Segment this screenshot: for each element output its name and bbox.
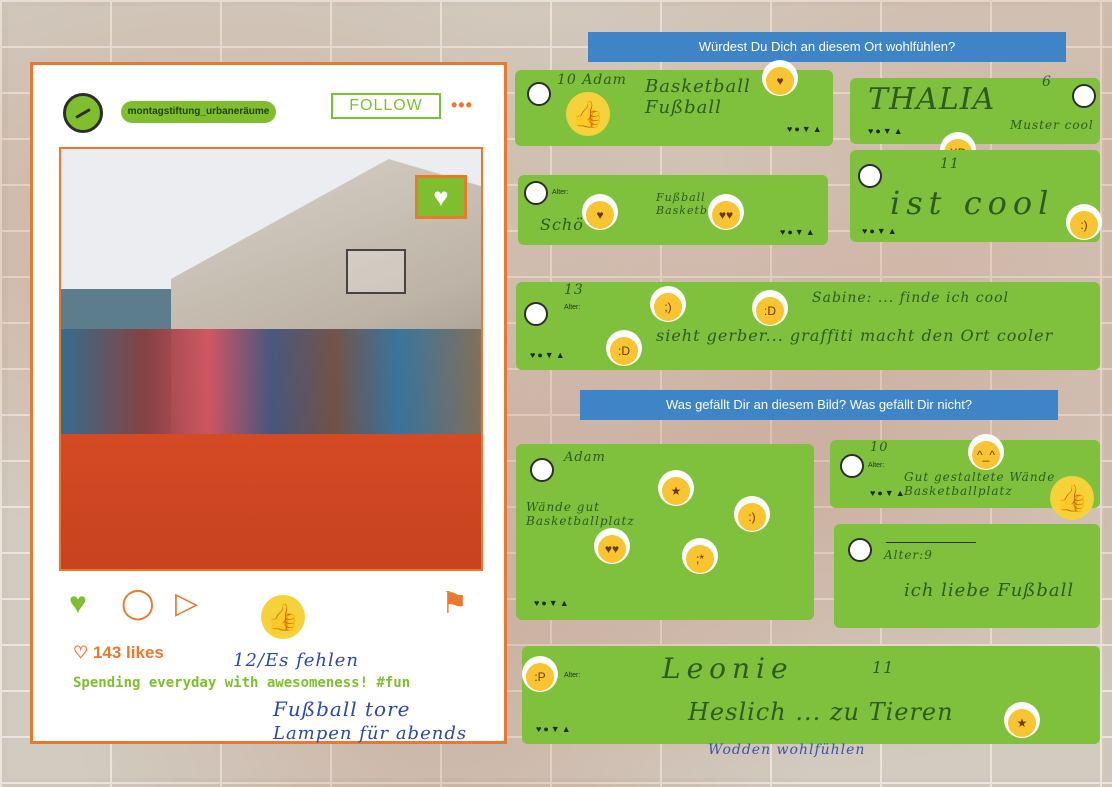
comment-age: 11	[872, 658, 895, 677]
comment-text: Sabine: ... finde ich cool	[812, 290, 1009, 306]
comment-reaction-icons: ♥●▼▲	[780, 227, 817, 237]
comment-note: Heslich ... zu Tieren	[688, 698, 954, 726]
comment-card: Adam Wände gut Basketballplatz ♥●▼▲	[516, 444, 814, 620]
photo-red-court	[61, 434, 481, 569]
comment-avatar	[530, 458, 554, 482]
handwritten-note: 12/Es fehlen	[233, 650, 359, 671]
comment-reaction-icons: ♥●▼▲	[868, 126, 905, 136]
comment-text: Wände gut Basketballplatz	[526, 500, 635, 528]
comment-avatar	[840, 454, 864, 478]
comment-reaction-icons: ♥●▼▲	[862, 226, 899, 236]
instagram-post-card: montagstiftung_urbaneräume FOLLOW ••• ♥ …	[30, 62, 507, 744]
halo-face-sticker-icon: ^_^	[968, 434, 1004, 470]
comment-card: 11 ist cool ♥●▼▲	[850, 150, 1100, 242]
comment-reaction-icons: ♥●▼▲	[534, 598, 571, 608]
like-heart-icon[interactable]: ♥	[69, 587, 87, 621]
heart-eyes-sticker-icon: ♥♥	[708, 194, 744, 230]
comment-reaction-icons: ♥●▼▲	[787, 124, 824, 134]
comment-note: Muster cool	[1010, 118, 1094, 132]
comment-avatar	[858, 164, 882, 188]
comment-avatar	[524, 302, 548, 326]
comment-note: sieht gerber... graffiti macht den Ort c…	[656, 326, 1054, 345]
likes-count: ♡ 143 likes	[73, 643, 164, 662]
heart-eyes-sticker-icon: ♥♥	[594, 528, 630, 564]
comment-age: 6	[1042, 74, 1052, 90]
more-options-icon[interactable]: •••	[451, 95, 473, 116]
comment-reaction-icons: ♥●▼▲	[530, 350, 567, 360]
comment-reaction-icons: ♥●▼▲	[870, 488, 907, 498]
hearts-face-sticker-icon: ♥	[762, 60, 798, 96]
age-label: Alter:	[552, 189, 569, 196]
winking-face-sticker-icon: ;)	[650, 286, 686, 322]
comment-avatar	[527, 82, 551, 106]
share-icon[interactable]: ▷	[175, 587, 198, 621]
comment-text: ist cool	[890, 184, 1055, 222]
photo-graffiti	[61, 329, 481, 449]
grinning-face-sticker-icon: :D	[752, 290, 788, 326]
grinning-face-sticker-icon: :D	[606, 330, 642, 366]
age-line	[886, 542, 976, 543]
comment-text: ich liebe Fußball	[904, 580, 1075, 601]
comment-text: THALIA	[868, 82, 996, 117]
comment-icon[interactable]: ◯	[121, 587, 155, 621]
comment-avatar	[524, 181, 548, 205]
comment-age: Adam	[564, 450, 606, 465]
hearts-face-sticker-icon: ♥	[582, 194, 618, 230]
comment-card: Alter:9 ich liebe Fußball	[834, 524, 1100, 628]
comment-text: Schö	[540, 215, 584, 234]
thumbs-up-sticker-icon: 👍	[566, 92, 610, 136]
comment-age: Alter:9	[884, 548, 933, 562]
post-caption: Spending everyday with awesomeness! #fun	[73, 675, 411, 691]
age-label: Alter:	[868, 462, 885, 469]
username-pill[interactable]: montagstiftung_urbaneräume	[121, 101, 276, 123]
follow-button[interactable]: FOLLOW	[331, 93, 441, 119]
smiling-face-sticker-icon: :)	[1066, 204, 1102, 240]
handwritten-note: Fußball tore	[273, 697, 411, 721]
heart-notification-icon: ♥	[415, 175, 467, 219]
comment-card: Alter: Schö Fußball Basketball ♥●▼▲	[518, 175, 828, 245]
handwritten-note: Lampen für abends	[273, 723, 468, 744]
comment-age: 10	[870, 440, 889, 455]
comment-note: Fußball Basketball	[656, 191, 725, 217]
comment-age: 13	[564, 282, 584, 298]
bookmark-icon[interactable]: ⚑	[441, 587, 468, 621]
comment-card: 13 Alter: Sabine: ... finde ich cool sie…	[516, 282, 1100, 370]
age-label: Alter:	[564, 304, 581, 311]
comment-age: 10 Adam	[557, 72, 627, 88]
question-banner-1: Würdest Du Dich an diesem Ort wohlfühlen…	[588, 32, 1066, 62]
comment-card: THALIA 6 Muster cool ♥●▼▲	[850, 74, 1100, 144]
profile-avatar[interactable]	[63, 93, 103, 133]
comment-text: Leonie	[662, 652, 794, 685]
age-label: Alter:	[564, 672, 581, 679]
kissing-face-sticker-icon: ;*	[682, 538, 718, 574]
photo-basketball-hoop	[346, 249, 406, 294]
comment-avatar	[848, 538, 872, 562]
thumbs-up-sticker-icon: 👍	[1050, 476, 1094, 520]
crazy-face-sticker-icon: :P	[522, 656, 558, 692]
smiling-face-sticker-icon: :)	[734, 496, 770, 532]
comment-age: 11	[940, 156, 960, 172]
comment-avatar	[1072, 84, 1096, 108]
thumbs-up-sticker-icon: 👍	[261, 595, 305, 639]
comment-text: Gut gestaltete Wände Basketballplatz	[904, 470, 1056, 498]
question-banner-2: Was gefällt Dir an diesem Bild? Was gefä…	[580, 390, 1058, 420]
star-struck-sticker-icon: ★	[658, 470, 694, 506]
star-struck-sticker-icon: ★	[1004, 702, 1040, 738]
comment-reaction-icons: ♥●▼▲	[536, 724, 573, 734]
handwritten-note: Wodden wohlfühlen	[708, 742, 866, 758]
